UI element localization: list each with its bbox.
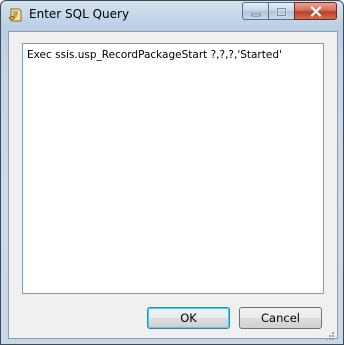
sql-script-icon [8,7,24,23]
maximize-button[interactable] [268,2,294,20]
window-title: Enter SQL Query [29,7,130,21]
title-bar[interactable]: Enter SQL Query [1,1,343,31]
cancel-button[interactable]: Cancel [239,307,322,329]
maximize-icon [276,2,287,21]
minimize-button[interactable] [242,2,268,20]
sql-query-input[interactable]: Exec ssis.usp_RecordPackageStart ?,?,?,'… [22,43,324,294]
minimize-icon [251,2,261,21]
dialog-window: Enter SQL Query Exec ssis.usp_RecordPack… [0,0,344,345]
close-icon [310,2,322,21]
dialog-client-area: Exec ssis.usp_RecordPackageStart ?,?,?,'… [8,31,338,340]
resize-grip-icon[interactable] [325,326,335,340]
ok-button[interactable]: OK [147,307,230,329]
close-button[interactable] [294,2,337,20]
caption-buttons [242,2,337,20]
